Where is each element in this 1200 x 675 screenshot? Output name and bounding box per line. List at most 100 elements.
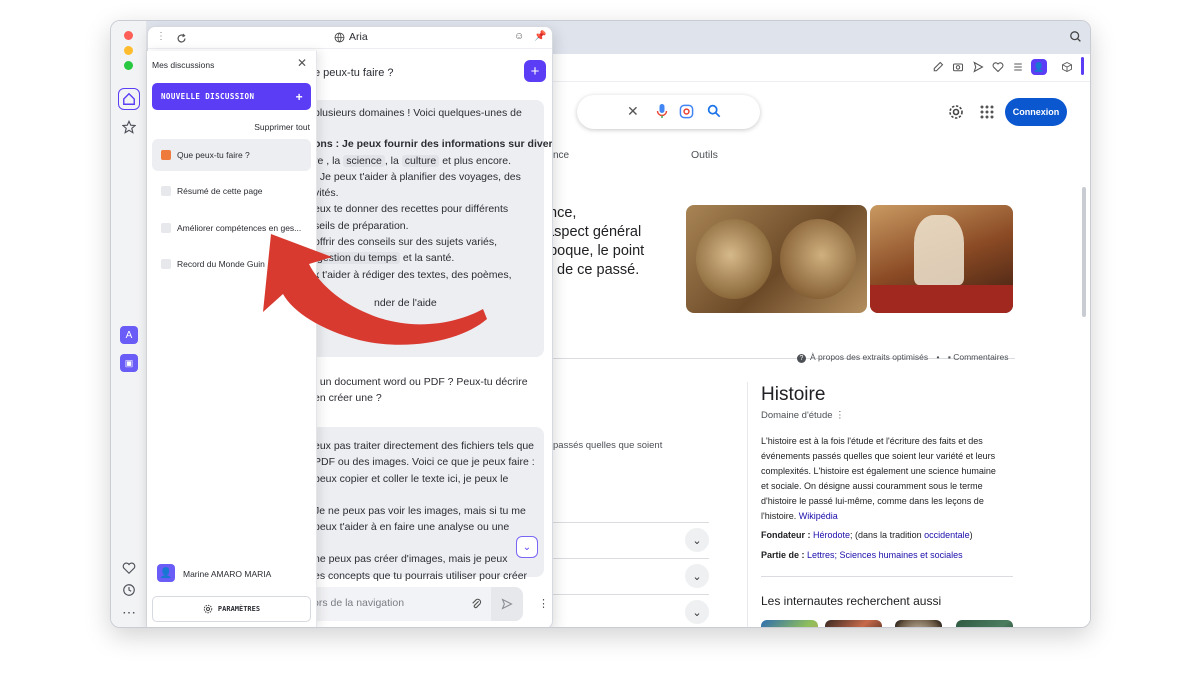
delete-all-link[interactable]: Supprimer tout: [254, 122, 310, 132]
user-name: Marine AMARO MARIA: [183, 569, 272, 579]
attach-icon[interactable]: [470, 596, 482, 615]
star-icon[interactable]: [118, 116, 140, 138]
clear-search-icon[interactable]: ✕: [627, 103, 639, 120]
more-options-icon[interactable]: ⋮: [538, 597, 549, 610]
new-discussion-button[interactable]: NOUVELLE DISCUSSION +: [152, 83, 311, 110]
heart-icon[interactable]: [118, 557, 140, 579]
help-icon: ?: [797, 354, 806, 363]
scroll-down-button[interactable]: ⌄: [516, 536, 538, 558]
herodote-link[interactable]: Hérodote: [813, 530, 850, 540]
discussion-item[interactable]: Que peux-tu faire ?: [152, 139, 311, 171]
chat-input-placeholder: ors de la navigation: [313, 597, 405, 609]
camera-icon[interactable]: [950, 59, 966, 75]
related-image[interactable]: [895, 620, 942, 627]
comments-link[interactable]: Commentaires: [953, 352, 1008, 362]
globe-icon: [334, 32, 345, 43]
discussion-item[interactable]: Record du Monde Guin: [152, 248, 311, 280]
send-button[interactable]: [491, 587, 523, 621]
discussion-marker-icon: [161, 186, 171, 196]
also-searched-heading: Les internautes recherchent aussi: [761, 594, 942, 608]
comment-icon: ▪: [947, 352, 951, 362]
page-scrollbar[interactable]: [1082, 187, 1086, 317]
discussion-marker-icon: [161, 223, 171, 233]
discussions-title: Mes discussions: [152, 60, 215, 70]
browser-window: A ▣ ⋯ 👤 ✕ Connexion nce Outils nce, n as…: [110, 20, 1091, 628]
expand-chevron-icon[interactable]: ⌄: [685, 528, 709, 552]
side-indicator: [1081, 57, 1084, 75]
map-hemisphere-left: [696, 219, 772, 299]
tab-partial[interactable]: nce: [553, 150, 569, 161]
menu-lines-icon[interactable]: [1010, 59, 1026, 75]
divider: [539, 558, 709, 559]
user-avatar[interactable]: 👤: [157, 564, 175, 582]
reload-icon[interactable]: [176, 31, 187, 49]
wikipedia-link[interactable]: Wikipédia: [799, 511, 838, 521]
kg-part-of: Partie de : Lettres; Sciences humaines e…: [761, 550, 963, 560]
heart-outline-icon[interactable]: [990, 59, 1006, 75]
expand-chevron-icon[interactable]: ⌄: [685, 600, 709, 624]
related-image[interactable]: [761, 620, 818, 627]
connexion-button[interactable]: Connexion: [1005, 98, 1067, 126]
aria-title: Aria: [334, 31, 368, 43]
discussion-item[interactable]: Résumé de cette page: [152, 175, 311, 207]
minimize-window-button[interactable]: [124, 46, 133, 55]
settings-button[interactable]: PARAMÈTRES: [152, 596, 311, 622]
pin-icon[interactable]: 📌: [534, 31, 546, 42]
apps-grid-icon[interactable]: [980, 105, 994, 124]
home-icon[interactable]: [118, 88, 140, 110]
divider: [539, 594, 709, 595]
settings-gear-icon[interactable]: [948, 104, 964, 125]
kg-title: Histoire: [761, 384, 826, 405]
painting-drape: [870, 285, 1013, 313]
discussion-marker-icon: [161, 150, 171, 160]
about-snippets-link[interactable]: ? À propos des extraits optimisés • ▪ Com…: [797, 352, 1009, 363]
edit-icon[interactable]: [930, 59, 946, 75]
discussions-panel: Mes discussions ✕ NOUVELLE DISCUSSION + …: [147, 51, 317, 627]
cube-icon[interactable]: [1059, 59, 1075, 75]
close-window-button[interactable]: [124, 31, 133, 40]
aria-app-icon[interactable]: ▣: [120, 354, 138, 372]
mic-icon[interactable]: [656, 103, 668, 124]
discussion-marker-icon: [161, 259, 171, 269]
app-store-icon[interactable]: A: [120, 326, 138, 344]
world-map-image[interactable]: [686, 205, 867, 313]
featured-snippet-text: nce, n aspect général époque, le point d…: [534, 205, 645, 278]
passes-text: ts passés quelles que soient: [543, 440, 663, 451]
new-chat-button[interactable]: +: [524, 60, 546, 82]
sidebar-strip: A ▣ ⋯: [111, 21, 147, 627]
search-box[interactable]: ✕: [577, 95, 760, 129]
aria-header: ⋮ Aria ☺ 📌: [148, 27, 552, 49]
kg-subtitle: Domaine d'étude ⋮: [761, 410, 845, 421]
emoji-icon[interactable]: ☺: [514, 31, 524, 42]
column-divider: [747, 382, 748, 627]
part-of-link[interactable]: Lettres; Sciences humaines et sociales: [807, 550, 963, 560]
more-icon[interactable]: ⋯: [118, 601, 140, 623]
plus-icon: +: [295, 89, 303, 104]
lens-icon[interactable]: [679, 104, 694, 124]
expand-chevron-icon[interactable]: ⌄: [685, 564, 709, 588]
map-hemisphere-right: [780, 219, 856, 299]
answer2-text: eux pas traiter directement des fichiers…: [314, 440, 535, 582]
settings-icon: [203, 604, 213, 614]
kg-description: L'histoire est à la fois l'étude et l'éc…: [761, 436, 996, 521]
kebab-menu-icon[interactable]: ⋮: [835, 410, 845, 421]
occidentale-link[interactable]: occidentale: [924, 530, 970, 540]
maximize-window-button[interactable]: [124, 61, 133, 70]
search-icon[interactable]: [707, 104, 721, 123]
drag-handle-icon[interactable]: ⋮: [156, 31, 166, 42]
profile-icon[interactable]: 👤: [1031, 59, 1047, 75]
painting-figure: [914, 215, 964, 285]
tab-outils[interactable]: Outils: [691, 149, 718, 161]
divider: [761, 576, 1013, 577]
user-question-1: e peux-tu faire ?: [314, 67, 394, 79]
send-icon[interactable]: [970, 59, 986, 75]
user-question-2: , un document word ou PDF ? Peux-tu décr…: [314, 376, 528, 405]
related-image[interactable]: [956, 620, 1013, 627]
discussion-item[interactable]: Améliorer compétences en ges...: [152, 212, 311, 244]
painting-image[interactable]: [870, 205, 1013, 313]
search-tabs-icon[interactable]: [1069, 30, 1082, 48]
related-image[interactable]: [825, 620, 882, 627]
history-icon[interactable]: [118, 579, 140, 601]
kg-founder: Fondateur : Hérodote; (dans la tradition…: [761, 530, 973, 540]
close-panel-icon[interactable]: ✕: [297, 56, 307, 70]
